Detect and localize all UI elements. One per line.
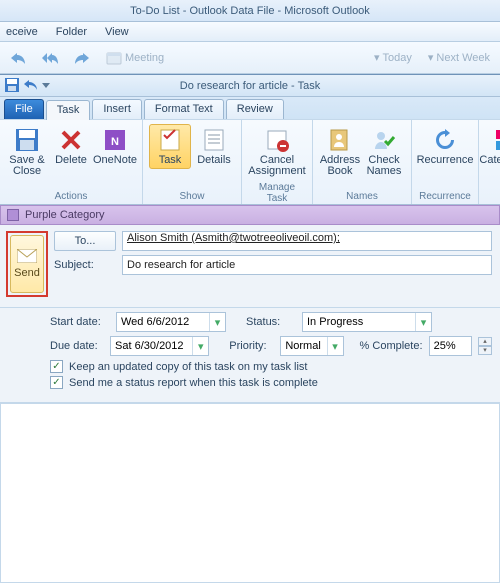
- svg-text:N: N: [111, 136, 119, 148]
- start-date-label: Start date:: [50, 316, 110, 328]
- meeting-button[interactable]: Meeting: [102, 48, 168, 68]
- group-show: Task Details Show: [143, 120, 242, 204]
- menu-receive[interactable]: eceive: [6, 26, 38, 38]
- qat-dropdown-icon[interactable]: [42, 83, 50, 88]
- to-button[interactable]: To...: [54, 231, 116, 251]
- keep-copy-checkbox[interactable]: ✓Keep an updated copy of this task on my…: [50, 360, 492, 373]
- quick-access-toolbar: [4, 77, 50, 93]
- tab-file[interactable]: File: [4, 99, 44, 119]
- group-actions: Save & Close Delete NOneNote Actions: [0, 120, 143, 204]
- details-button[interactable]: Details: [193, 124, 235, 169]
- tab-format[interactable]: Format Text: [144, 99, 224, 119]
- tab-task[interactable]: Task: [46, 100, 91, 120]
- categorize-button[interactable]: Categorize: [485, 124, 500, 187]
- group-tags: Categorize Follow Up Private !High Impor…: [479, 120, 500, 204]
- save-close-button[interactable]: Save & Close: [6, 124, 48, 180]
- due-date-label: Due date:: [50, 340, 104, 352]
- onenote-button[interactable]: NOneNote: [94, 124, 136, 180]
- status-dropdown[interactable]: In Progress▾: [302, 312, 432, 332]
- percent-spinner[interactable]: ▴▾: [478, 337, 492, 355]
- task-dates-section: Start date: Wed 6/6/2012▾ Status: In Pro…: [0, 308, 500, 403]
- menu-folder[interactable]: Folder: [56, 26, 87, 38]
- status-report-checkbox[interactable]: ✓Send me a status report when this task …: [50, 376, 492, 389]
- status-label: Status:: [246, 316, 296, 328]
- to-field[interactable]: Alison Smith (Asmith@twotreeoliveoil.com…: [122, 231, 492, 251]
- category-color-icon: [7, 209, 19, 221]
- undo-icon[interactable]: [23, 77, 39, 93]
- nextweek-button[interactable]: ▾ Next Week: [424, 49, 494, 66]
- today-button[interactable]: ▾ Today: [370, 49, 416, 66]
- ribbon: Save & Close Delete NOneNote Actions Tas…: [0, 119, 500, 205]
- check-names-button[interactable]: Check Names: [363, 124, 405, 180]
- cancel-assignment-button[interactable]: Cancel Assignment: [248, 124, 306, 180]
- percent-complete-input[interactable]: 25%: [429, 336, 472, 356]
- task-body-editor[interactable]: [0, 403, 500, 583]
- group-recurrence: Recurrence Recurrence: [412, 120, 479, 204]
- start-date-picker[interactable]: Wed 6/6/2012▾: [116, 312, 226, 332]
- task-titlebar: Do research for article - Task: [0, 75, 500, 97]
- complete-label: % Complete:: [360, 340, 423, 352]
- due-date-picker[interactable]: Sat 6/30/2012▾: [110, 336, 209, 356]
- subject-input[interactable]: [122, 255, 492, 275]
- group-names: Address Book Check Names Names: [313, 120, 412, 204]
- task-view-button[interactable]: Task: [149, 124, 191, 169]
- task-window: Do research for article - Task File Task…: [0, 74, 500, 500]
- menu-view[interactable]: View: [105, 26, 129, 38]
- address-book-button[interactable]: Address Book: [319, 124, 361, 180]
- envelope-icon: [17, 249, 37, 263]
- send-button[interactable]: Send: [10, 235, 44, 293]
- priority-label: Priority:: [229, 340, 274, 352]
- tab-insert[interactable]: Insert: [92, 99, 142, 119]
- reply-button[interactable]: [6, 48, 30, 68]
- delete-button[interactable]: Delete: [50, 124, 92, 180]
- category-bar[interactable]: Purple Category: [0, 205, 500, 225]
- subject-label: Subject:: [54, 259, 116, 271]
- priority-dropdown[interactable]: Normal▾: [280, 336, 343, 356]
- send-highlight: Send: [6, 231, 48, 297]
- group-manage: Cancel Assignment Manage Task: [242, 120, 313, 204]
- save-icon[interactable]: [4, 77, 20, 93]
- forward-button[interactable]: [70, 48, 94, 68]
- replyall-button[interactable]: [38, 48, 62, 68]
- task-header-form: Send To... Alison Smith (Asmith@twotreeo…: [0, 225, 500, 308]
- home-ribbon-strip: Meeting ▾ Today ▾ Next Week: [0, 42, 500, 74]
- tab-review[interactable]: Review: [226, 99, 284, 119]
- recurrence-button[interactable]: Recurrence: [418, 124, 472, 169]
- main-menubar: eceive Folder View: [0, 22, 500, 42]
- app-titlebar: To-Do List - Outlook Data File - Microso…: [0, 0, 500, 22]
- ribbon-tabs: File Task Insert Format Text Review: [0, 97, 500, 119]
